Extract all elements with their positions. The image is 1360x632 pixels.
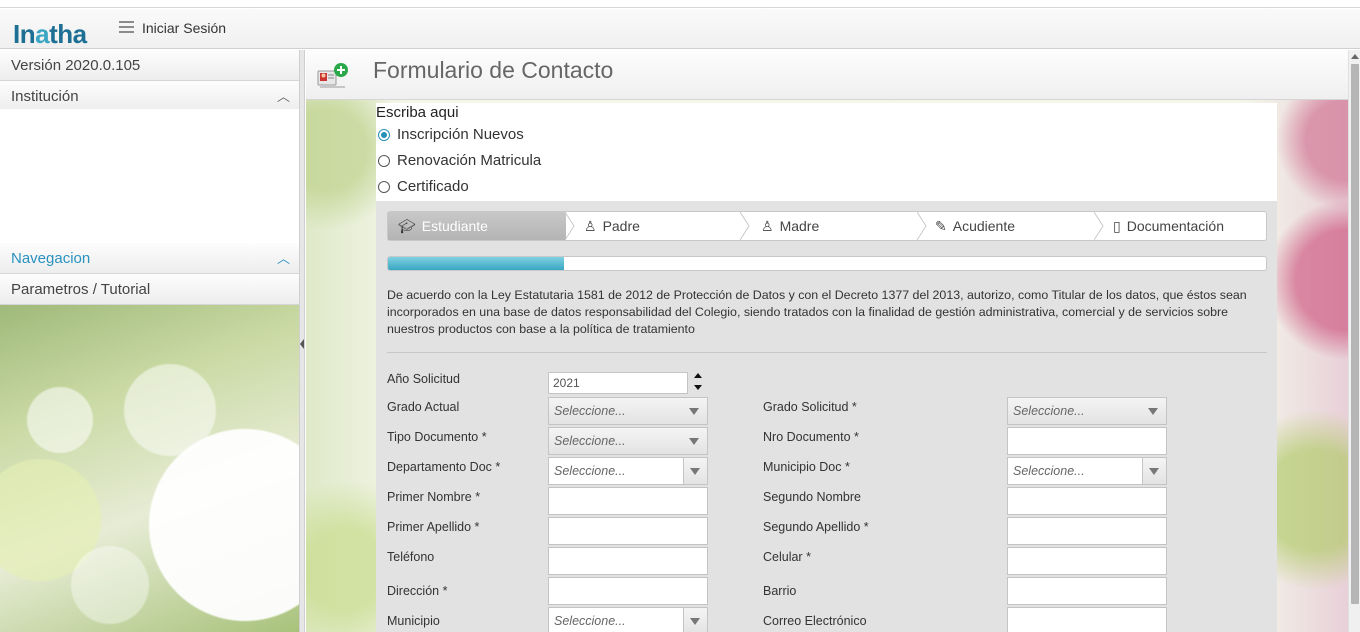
graduation-cap-icon: 🎓︎ bbox=[398, 218, 416, 234]
barrio-label: Barrio bbox=[763, 584, 797, 598]
page-title: Formulario de Contacto bbox=[373, 57, 614, 83]
celular-label: Celular * bbox=[763, 550, 811, 564]
dropdown-button[interactable] bbox=[1142, 458, 1166, 484]
tipo-documento-select[interactable]: Seleccione... bbox=[548, 427, 708, 455]
segundo-nombre-input[interactable] bbox=[1007, 487, 1167, 515]
departamento-select[interactable]: Seleccione... bbox=[548, 457, 708, 485]
add-contact-icon bbox=[317, 63, 348, 88]
radio-icon[interactable] bbox=[378, 154, 390, 167]
app-header: Inatha Iniciar Sesión bbox=[0, 9, 1360, 49]
correo-label: Correo Electrónico bbox=[763, 614, 867, 628]
progress-fill bbox=[388, 257, 564, 270]
telefono-input[interactable] bbox=[548, 547, 708, 575]
top-border bbox=[0, 0, 1360, 8]
chevron-down-icon bbox=[1148, 408, 1158, 415]
request-type-group: Escriba aqui Inscripción Nuevos Renovaci… bbox=[376, 103, 1277, 201]
primer-apellido-input[interactable] bbox=[548, 517, 708, 545]
consent-text: De acuerdo con la Ley Estatutaria 1581 d… bbox=[387, 288, 1247, 336]
user-icon: ♙ bbox=[761, 218, 774, 234]
celular-input[interactable] bbox=[1007, 547, 1167, 575]
sidebar-item-tutorial[interactable]: Parametros / Tutorial bbox=[0, 274, 299, 305]
version-label: Versión 2020.0.105 bbox=[0, 50, 299, 81]
departamento-label: Departamento Doc * bbox=[387, 460, 501, 474]
telefono-label: Teléfono bbox=[387, 550, 435, 564]
step-separator bbox=[1094, 212, 1104, 240]
divider bbox=[387, 352, 1267, 353]
ano-spinner[interactable] bbox=[693, 372, 703, 394]
municipio-doc-label: Municipio Doc * bbox=[763, 460, 850, 474]
dropdown-button[interactable] bbox=[683, 458, 707, 484]
main-content: Formulario de Contacto Escriba aqui Insc… bbox=[306, 50, 1348, 632]
municipio-doc-select[interactable]: Seleccione... bbox=[1007, 457, 1167, 485]
radio-icon[interactable] bbox=[378, 180, 390, 193]
direccion-label: Dirección * bbox=[387, 584, 448, 598]
tab-acudiente[interactable]: ✎ Acudiente bbox=[935, 212, 1015, 240]
sidebar-item-institution[interactable]: Institución ︿ bbox=[0, 81, 299, 112]
radio-inscripcion[interactable]: Inscripción Nuevos bbox=[378, 126, 524, 143]
nro-documento-input[interactable] bbox=[1007, 427, 1167, 455]
tab-padre[interactable]: ♙ Padre bbox=[584, 212, 640, 240]
grado-actual-label: Grado Actual bbox=[387, 400, 460, 414]
chevron-down-icon bbox=[689, 438, 699, 445]
pencil-icon: ✎ bbox=[935, 218, 947, 234]
segundo-nombre-label: Segundo Nombre bbox=[763, 490, 861, 504]
correo-input[interactable] bbox=[1007, 607, 1167, 632]
spin-up-icon[interactable] bbox=[694, 373, 702, 378]
segundo-apellido-input[interactable] bbox=[1007, 517, 1167, 545]
step-separator bbox=[917, 212, 927, 240]
scroll-up-icon[interactable] bbox=[1351, 54, 1359, 59]
chevron-down-icon bbox=[690, 468, 700, 475]
collapse-arrow-icon[interactable] bbox=[300, 339, 304, 349]
primer-apellido-label: Primer Apellido * bbox=[387, 520, 480, 534]
dropdown-button[interactable] bbox=[683, 608, 707, 632]
tab-madre[interactable]: ♙ Madre bbox=[761, 212, 819, 240]
scroll-thumb[interactable] bbox=[1351, 64, 1359, 604]
inatha-logo[interactable]: Inatha bbox=[13, 19, 87, 49]
hamburger-icon[interactable] bbox=[119, 21, 134, 33]
barrio-input[interactable] bbox=[1007, 577, 1167, 605]
radio-renovacion[interactable]: Renovación Matricula bbox=[378, 152, 541, 169]
wizard-progress-bar bbox=[387, 256, 1267, 271]
institution-panel bbox=[0, 109, 299, 243]
radio-selected-icon[interactable] bbox=[378, 128, 390, 141]
wizard-steps: 🎓︎ Estudiante ♙ Padre ♙ Madre ✎ Acudiente ▯ D… bbox=[387, 211, 1267, 241]
spin-down-icon[interactable] bbox=[694, 385, 702, 390]
grado-solicitud-label: Grado Solicitud * bbox=[763, 400, 857, 414]
direccion-input[interactable] bbox=[548, 577, 708, 605]
segundo-apellido-label: Segundo Apellido * bbox=[763, 520, 869, 534]
municipio-label: Municipio bbox=[387, 614, 440, 628]
grado-solicitud-select[interactable]: Seleccione... bbox=[1007, 397, 1167, 425]
radio-group-title: Escriba aqui bbox=[376, 104, 459, 121]
tipo-documento-label: Tipo Documento * bbox=[387, 430, 487, 444]
user-icon: ♙ bbox=[584, 218, 597, 234]
sidebar-item-navigation[interactable]: Navegacion ︿ bbox=[0, 243, 299, 274]
vertical-scrollbar[interactable] bbox=[1348, 50, 1360, 632]
chevron-down-icon bbox=[1149, 468, 1159, 475]
chevron-up-icon[interactable]: ︿ bbox=[277, 243, 290, 274]
radio-certificado[interactable]: Certificado bbox=[378, 178, 469, 195]
step-separator bbox=[565, 212, 575, 240]
primer-nombre-label: Primer Nombre * bbox=[387, 490, 481, 504]
title-bar: Formulario de Contacto bbox=[306, 50, 1348, 100]
tab-estudiante[interactable]: 🎓︎ Estudiante bbox=[388, 212, 566, 240]
chevron-down-icon bbox=[690, 618, 700, 625]
grado-actual-select[interactable]: Seleccione... bbox=[548, 397, 708, 425]
step-separator bbox=[740, 212, 750, 240]
municipio-select[interactable]: Seleccione... bbox=[548, 607, 708, 632]
document-icon: ▯ bbox=[1113, 218, 1121, 234]
chevron-down-icon bbox=[689, 408, 699, 415]
contact-form-panel: Escriba aqui Inscripción Nuevos Renovaci… bbox=[376, 103, 1277, 632]
login-link[interactable]: Iniciar Sesión bbox=[142, 20, 226, 36]
sidebar: Versión 2020.0.105 Institución ︿ Navegac… bbox=[0, 50, 300, 632]
ano-solicitud-label: Año Solicitud bbox=[387, 372, 460, 386]
ano-solicitud-input[interactable]: 2021 bbox=[548, 372, 688, 394]
chevron-up-icon[interactable]: ︿ bbox=[277, 81, 290, 112]
tab-documentacion[interactable]: ▯ Documentación bbox=[1113, 212, 1224, 240]
primer-nombre-input[interactable] bbox=[548, 487, 708, 515]
nro-documento-label: Nro Documento * bbox=[763, 430, 859, 444]
